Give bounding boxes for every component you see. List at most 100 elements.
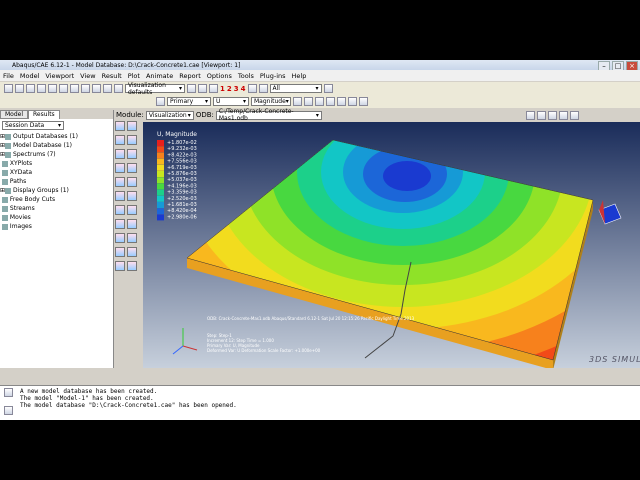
variable-select[interactable]: U xyxy=(213,97,249,106)
animate-tool[interactable] xyxy=(115,163,125,173)
color-code-icon[interactable] xyxy=(323,84,333,93)
module-select[interactable]: Visualization xyxy=(145,110,194,120)
tile-icon[interactable] xyxy=(247,84,257,93)
result-options-tool[interactable] xyxy=(127,261,137,271)
print-icon[interactable] xyxy=(37,84,46,93)
stream-tool[interactable] xyxy=(127,205,137,215)
window-title: Abaqus/CAE 6.12-1 - Model Database: D:\C… xyxy=(12,61,241,69)
plot-deformed-tool[interactable] xyxy=(127,121,137,131)
plot-material-tool[interactable] xyxy=(115,149,125,159)
invariant-select[interactable]: Magnitude xyxy=(251,97,291,106)
menu-animate[interactable]: Animate xyxy=(143,72,176,80)
odb-select[interactable]: C:/Temp/Crack-Concrete-Mas1.odb xyxy=(215,108,322,122)
view-front-icon[interactable] xyxy=(198,84,207,93)
open-icon[interactable] xyxy=(15,84,24,93)
tab-model[interactable]: Model xyxy=(0,110,29,119)
tree-item-free-body-cuts[interactable]: Free Body Cuts xyxy=(0,195,113,204)
symbol-icon[interactable] xyxy=(326,97,335,106)
menu-options[interactable]: Options xyxy=(204,72,235,80)
display-group-tool[interactable] xyxy=(115,233,125,243)
visualization-defaults-select[interactable]: Visualization defaults xyxy=(125,82,185,96)
plot-undeformed-tool[interactable] xyxy=(115,121,125,131)
pan-icon[interactable] xyxy=(59,84,68,93)
tree-item-model-database[interactable]: ⊞ Model Database (1) xyxy=(0,141,113,150)
undeformed-icon[interactable] xyxy=(315,97,324,106)
free-body-tool[interactable] xyxy=(127,219,137,229)
animate-icon[interactable] xyxy=(337,97,346,106)
legend-value: +7.556e-03 xyxy=(167,159,197,165)
view-cut-tool[interactable] xyxy=(115,219,125,229)
new-icon[interactable] xyxy=(4,84,13,93)
view-top-icon[interactable] xyxy=(209,84,218,93)
render-icon[interactable] xyxy=(114,84,123,93)
menu-help[interactable]: Help xyxy=(289,72,310,80)
legend-swatch xyxy=(157,158,164,165)
save-icon[interactable] xyxy=(26,84,35,93)
path-tool[interactable] xyxy=(115,205,125,215)
legend-swatch xyxy=(157,195,164,202)
plot-symbols-tool[interactable] xyxy=(127,135,137,145)
tab-results[interactable]: Results xyxy=(28,110,60,119)
menu-report[interactable]: Report xyxy=(176,72,204,80)
database-icon xyxy=(5,142,12,149)
allow-multiple-tool[interactable] xyxy=(127,149,137,159)
first-frame-icon[interactable] xyxy=(525,110,535,120)
animate-time-tool[interactable] xyxy=(127,163,137,173)
python-console-icon[interactable] xyxy=(4,406,13,415)
viewport-4-button[interactable]: 4 xyxy=(241,85,246,93)
deformed-icon[interactable] xyxy=(304,97,313,106)
tree-item-images[interactable]: Images xyxy=(0,222,113,231)
previous-frame-icon[interactable] xyxy=(536,110,546,120)
legend-swatch xyxy=(157,183,164,190)
common-options-tool[interactable] xyxy=(127,177,137,187)
next-frame-icon[interactable] xyxy=(558,110,568,120)
create-field-tool[interactable] xyxy=(115,261,125,271)
tree-item-streams[interactable]: Streams xyxy=(0,204,113,213)
select-icon[interactable] xyxy=(258,84,268,93)
menu-tools[interactable]: Tools xyxy=(235,72,257,80)
message-area-icon[interactable] xyxy=(4,388,13,397)
redo-icon[interactable] xyxy=(359,97,368,106)
tree-item-display-groups[interactable]: ⊞ Display Groups (1) xyxy=(0,186,113,195)
menu-view[interactable]: View xyxy=(77,72,98,80)
tree-item-xyplots[interactable]: XYPlots xyxy=(0,159,113,168)
fit-view-icon[interactable] xyxy=(103,84,112,93)
view-iso-icon[interactable] xyxy=(187,84,196,93)
primary-select[interactable]: Primary xyxy=(167,97,211,106)
contour-options-tool[interactable] xyxy=(115,177,125,187)
menu-plugins[interactable]: Plug-ins xyxy=(257,72,289,80)
menu-result[interactable]: Result xyxy=(99,72,125,80)
xy-data-tool[interactable] xyxy=(115,191,125,201)
rotate-icon[interactable] xyxy=(70,84,79,93)
viewport-3-button[interactable]: 3 xyxy=(234,85,239,93)
play-icon[interactable] xyxy=(547,110,557,120)
viewport-canvas[interactable]: U, Magnitude +1.807e-02 +9.232e-03 +8.422e… xyxy=(143,122,640,368)
probe-tool[interactable] xyxy=(127,247,137,257)
tree-item-movies[interactable]: Movies xyxy=(0,213,113,222)
contour-icon[interactable] xyxy=(293,97,302,106)
undo-icon[interactable] xyxy=(348,97,357,106)
info-icon[interactable] xyxy=(156,97,165,106)
menu-viewport[interactable]: Viewport xyxy=(42,72,77,80)
viewport-1-button[interactable]: 1 xyxy=(220,85,225,93)
tree-item-xydata[interactable]: XYData xyxy=(0,168,113,177)
box-zoom-icon[interactable] xyxy=(92,84,101,93)
session-data-select[interactable]: Session Data xyxy=(2,121,64,130)
query-icon[interactable] xyxy=(48,84,57,93)
xy-plot-tool[interactable] xyxy=(127,191,137,201)
tree-item-paths[interactable]: Paths xyxy=(0,177,113,186)
query-tool[interactable] xyxy=(127,233,137,243)
tree-item-output-databases[interactable]: ⊞ Output Databases (1) xyxy=(0,132,113,141)
viewport-2-button[interactable]: 2 xyxy=(227,85,232,93)
zoom-icon[interactable] xyxy=(81,84,90,93)
report-tool[interactable] xyxy=(115,247,125,257)
plot-contours-tool[interactable] xyxy=(115,135,125,145)
view-cube-icon[interactable] xyxy=(598,200,622,225)
tree-item-spectrums[interactable]: ⊞ Spectrums (7) xyxy=(0,150,113,159)
movie-icon xyxy=(1,214,8,221)
menu-plot[interactable]: Plot xyxy=(125,72,143,80)
menu-model[interactable]: Model xyxy=(17,72,43,80)
menu-file[interactable]: File xyxy=(0,72,17,80)
selection-filter-select[interactable]: All xyxy=(269,84,322,93)
last-frame-icon[interactable] xyxy=(569,110,579,120)
